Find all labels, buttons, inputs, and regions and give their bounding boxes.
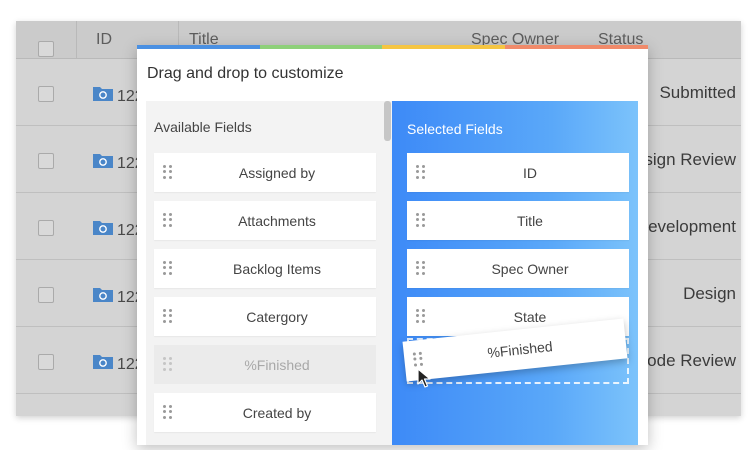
dialog-accent-bar [137, 45, 648, 49]
row-id: 122 [117, 155, 139, 172]
row-checkbox[interactable] [38, 354, 54, 370]
drag-handle-icon[interactable] [416, 309, 426, 323]
field-label: Catergory [246, 309, 308, 325]
selected-field-item[interactable]: Spec Owner [407, 249, 629, 288]
field-label: Backlog Items [233, 261, 321, 277]
row-id: 122 [117, 88, 139, 105]
selected-field-item[interactable]: Title [407, 201, 629, 240]
header-id[interactable]: ID [96, 31, 112, 49]
available-field-item[interactable]: Assigned by [154, 153, 376, 192]
drag-handle-icon[interactable] [163, 261, 173, 275]
row-checkbox[interactable] [38, 153, 54, 169]
selected-fields-panel: Selected Fields ID Title Spec Owner Stat… [392, 101, 638, 445]
selected-fields-title: Selected Fields [407, 121, 503, 137]
drag-handle-icon[interactable] [416, 213, 426, 227]
folder-attachment-icon [93, 288, 113, 302]
row-checkbox[interactable] [38, 86, 54, 102]
folder-attachment-icon [93, 355, 113, 369]
available-field-item[interactable]: Catergory [154, 297, 376, 336]
available-field-item[interactable]: Attachments [154, 201, 376, 240]
available-fields-panel: Available Fields Assigned by Attachments… [146, 101, 392, 445]
field-label: Assigned by [238, 165, 316, 181]
row-id: 122 [117, 356, 139, 373]
selected-field-item[interactable]: ID [407, 153, 629, 192]
row-checkbox[interactable] [38, 220, 54, 236]
row-checkbox[interactable] [38, 287, 54, 303]
field-label: Spec Owner [491, 261, 569, 277]
drag-handle-icon[interactable] [163, 309, 173, 323]
customize-fields-dialog: Drag and drop to customize Available Fie… [137, 45, 648, 445]
drag-handle-icon [163, 357, 173, 371]
field-label: %Finished [244, 357, 310, 373]
column-separator [76, 21, 77, 58]
folder-attachment-icon [93, 87, 113, 101]
available-field-item[interactable]: Created by [154, 393, 376, 432]
mouse-pointer-icon [417, 368, 431, 388]
field-label: Title [517, 213, 543, 229]
folder-attachment-icon [93, 154, 113, 168]
drag-handle-icon[interactable] [163, 405, 173, 419]
available-fields-scrollbar[interactable] [384, 101, 391, 141]
row-id: 122 [117, 289, 139, 306]
drag-handle-icon[interactable] [163, 165, 173, 179]
available-field-placeholder: %Finished [154, 345, 376, 384]
drag-handle-icon[interactable] [416, 261, 426, 275]
drag-handle-icon[interactable] [416, 165, 426, 179]
field-label: Created by [242, 405, 312, 421]
drag-handle-icon[interactable] [163, 213, 173, 227]
row-id: 122 [117, 222, 139, 239]
field-label: Attachments [238, 213, 316, 229]
dialog-title: Drag and drop to customize [147, 65, 344, 82]
available-fields-title: Available Fields [154, 119, 252, 135]
available-field-item[interactable]: Backlog Items [154, 249, 376, 288]
select-all-checkbox[interactable] [38, 41, 54, 57]
folder-attachment-icon [93, 221, 113, 235]
field-label: ID [523, 165, 537, 181]
